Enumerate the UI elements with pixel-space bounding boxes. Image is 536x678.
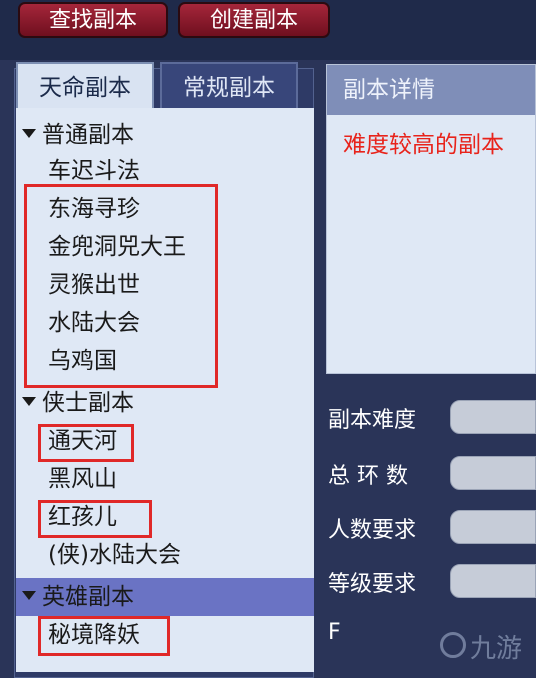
category-knight[interactable]: 侠士副本: [16, 384, 314, 422]
tab-tianming[interactable]: 天命副本: [16, 62, 154, 110]
category-label: 英雄副本: [42, 584, 134, 610]
difficulty-value: [450, 400, 536, 434]
list-item[interactable]: 红孩儿: [16, 498, 314, 536]
expand-arrow-icon: [22, 129, 36, 138]
expand-arrow-icon: [22, 591, 36, 600]
category-hero[interactable]: 英雄副本: [16, 578, 314, 616]
people-requirement-value: [450, 510, 536, 544]
difficulty-label: 副本难度: [328, 408, 417, 433]
list-item[interactable]: 黑风山: [16, 460, 314, 498]
detail-header: 副本详情: [327, 65, 535, 115]
detail-description: 难度较高的副本: [343, 132, 504, 158]
watermark-text: 九游: [470, 634, 523, 664]
instance-detail-panel: 副本详情 难度较高的副本: [326, 64, 536, 374]
expand-arrow-icon: [22, 397, 36, 406]
list-item[interactable]: 秘境降妖: [16, 616, 314, 654]
watermark-logo-icon: [440, 632, 466, 658]
instance-tree: 普通副本 车迟斗法 东海寻珍 金兜洞兕大王 灵猴出世 水陆大会 乌鸡国 侠士副本…: [16, 108, 314, 672]
category-normal[interactable]: 普通副本: [16, 116, 314, 154]
list-item[interactable]: 通天河: [16, 422, 314, 460]
list-item[interactable]: 水陆大会: [16, 304, 314, 342]
list-item[interactable]: 车迟斗法: [16, 152, 314, 190]
list-item[interactable]: (侠)水陆大会: [16, 536, 314, 574]
total-rings-label: 总 环 数: [328, 464, 408, 489]
level-requirement-value: [450, 564, 536, 598]
list-item[interactable]: 乌鸡国: [16, 342, 314, 380]
total-rings-value: [450, 456, 536, 490]
category-label: 侠士副本: [42, 390, 134, 416]
tab-regular[interactable]: 常规副本: [160, 62, 298, 110]
level-requirement-label: 等级要求: [328, 572, 417, 597]
list-item[interactable]: 灵猴出世: [16, 266, 314, 304]
category-label: 普通副本: [42, 122, 134, 148]
list-item[interactable]: 金兜洞兕大王: [16, 228, 314, 266]
partial-field-label: F: [328, 620, 341, 645]
list-item[interactable]: 东海寻珍: [16, 190, 314, 228]
people-requirement-label: 人数要求: [328, 518, 417, 543]
create-instance-button[interactable]: 创建副本: [178, 2, 330, 38]
find-instance-button[interactable]: 查找副本: [18, 2, 168, 38]
